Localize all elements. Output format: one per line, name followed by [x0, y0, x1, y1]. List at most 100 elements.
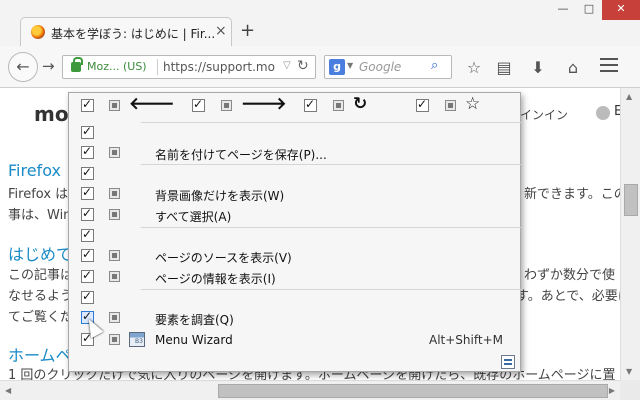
globe-icon[interactable]	[596, 106, 610, 120]
checkbox[interactable]	[81, 124, 94, 139]
menu-item-label: すべて選択(A)	[155, 210, 232, 224]
search-placeholder[interactable]: Google	[359, 60, 401, 74]
menuitem-toggle-icon[interactable]	[109, 250, 120, 261]
menu-row-separator	[69, 288, 522, 309]
menu-wizard-icon	[129, 332, 145, 347]
checkbox[interactable]	[81, 206, 94, 221]
checkbox[interactable]	[304, 97, 317, 112]
reload-icon[interactable]: ↻	[297, 58, 309, 74]
navigation-toolbar: ← → Moz... (US) https://support.mo ▽ ↻ g…	[0, 46, 640, 88]
reading-list-icon[interactable]: ▤	[494, 58, 514, 77]
menuitem-toggle-icon[interactable]	[109, 100, 120, 111]
url-history-dropdown-icon[interactable]: ▽	[283, 60, 291, 71]
forward-arrow-icon[interactable]: 🡒	[241, 94, 287, 114]
body-text: 事は、Win	[8, 208, 72, 223]
scroll-left-icon[interactable]: ◀	[5, 386, 11, 395]
menu-row-page-info[interactable]: ページの情報を表示(I)	[69, 267, 522, 288]
hamburger-menu-icon[interactable]	[600, 58, 618, 74]
menuitem-toggle-icon[interactable]	[109, 334, 120, 345]
title-bar: 基本を学ぼう: はじめに | Fir... × + — □ ✕	[0, 0, 640, 47]
url-separator	[157, 59, 158, 75]
menu-row-view-background[interactable]: 背景画像だけを表示(W)	[69, 184, 522, 205]
scroll-down-icon[interactable]: ▼	[626, 367, 632, 376]
google-engine-icon[interactable]: g	[329, 59, 345, 75]
checkbox[interactable]	[81, 185, 94, 200]
body-text: わずか数分で使	[524, 268, 616, 283]
scroll-right-icon[interactable]: ▶	[609, 386, 615, 395]
menu-item-shortcut: Alt+Shift+M	[429, 333, 503, 347]
checkbox[interactable]	[81, 227, 94, 242]
section-heading: はじめて	[8, 245, 73, 264]
section-heading: ホームペ	[8, 346, 72, 365]
reload-icon[interactable]: ↻	[353, 94, 367, 114]
checkbox[interactable]	[81, 247, 94, 262]
vertical-scrollbar[interactable]: ▲ ▼	[620, 88, 640, 380]
home-icon[interactable]: ⌂	[563, 58, 583, 77]
menu-item-label: 要素を調査(Q)	[155, 313, 234, 327]
close-window-button[interactable]: ✕	[602, 0, 640, 20]
menuitem-toggle-icon[interactable]	[109, 209, 120, 220]
menu-item-label: ページのソースを表示(V)	[155, 251, 292, 265]
site-identity[interactable]: Moz... (US)	[87, 60, 147, 73]
menu-row-view-source[interactable]: ページのソースを表示(V)	[69, 246, 522, 267]
body-text: Firefox は	[8, 187, 69, 202]
menuitem-toggle-icon[interactable]	[109, 271, 120, 282]
bookmark-star-icon[interactable]: ☆	[465, 94, 480, 114]
tab-close-icon[interactable]: ×	[215, 23, 227, 39]
menuitem-toggle-icon[interactable]	[109, 312, 120, 323]
horizontal-scrollbar[interactable]: ◀ ▶	[0, 380, 620, 400]
menu-item-label: ページの情報を表示(I)	[155, 272, 276, 286]
menu-row-menu-wizard[interactable]: Menu Wizard Alt+Shift+M	[69, 330, 522, 351]
menuitem-toggle-icon[interactable]	[221, 100, 232, 111]
context-nav-row: 🡐 🡒 ↻ ☆	[69, 94, 522, 116]
menu-item-label: 背景画像だけを表示(W)	[155, 189, 285, 203]
body-text: す。あとで、必要に	[516, 289, 620, 304]
back-button[interactable]: ←	[8, 52, 38, 82]
body-text: なせるよう	[8, 289, 74, 304]
scroll-up-icon[interactable]: ▲	[626, 92, 632, 101]
menu-row-separator	[69, 123, 522, 144]
minimize-button[interactable]: —	[550, 0, 576, 20]
checkbox[interactable]	[192, 97, 205, 112]
maximize-button[interactable]: □	[576, 0, 602, 20]
lock-icon[interactable]	[71, 57, 83, 72]
tab-title: 基本を学ぼう: はじめに | Fir...	[51, 27, 216, 41]
browser-tab[interactable]: 基本を学ぼう: はじめに | Fir... ×	[20, 17, 232, 47]
signin-link[interactable]: インイン	[520, 106, 568, 123]
body-text: この記事は	[8, 268, 74, 283]
bookmark-star-icon[interactable]: ☆	[464, 58, 484, 77]
menu-row-select-all[interactable]: すべて選択(A)	[69, 205, 522, 226]
menuitem-toggle-icon[interactable]	[445, 100, 456, 111]
menu-item-label: Menu Wizard	[155, 333, 233, 347]
checkbox[interactable]	[81, 97, 94, 112]
firefox-favicon-icon	[31, 25, 45, 39]
checkbox[interactable]	[416, 97, 429, 112]
vertical-scroll-thumb[interactable]	[624, 184, 638, 216]
menuitem-toggle-icon[interactable]	[333, 100, 344, 111]
forward-button[interactable]: →	[42, 57, 55, 75]
section-heading: Firefox	[8, 161, 61, 180]
context-menu: 🡐 🡒 ↻ ☆ 名前を付けてページを保存(P)... 背景画像だけを表示(W) …	[68, 92, 521, 372]
checkbox[interactable]	[81, 165, 94, 180]
menu-item-label: 名前を付けてページを保存(P)...	[155, 148, 327, 162]
menuitem-toggle-icon[interactable]	[109, 188, 120, 199]
search-engine-dropdown-icon[interactable]: ▼	[347, 61, 353, 70]
menu-row-save-page[interactable]: 名前を付けてページを保存(P)...	[69, 143, 522, 164]
downloads-icon[interactable]: ⬇	[528, 58, 548, 77]
body-text: てご覧くだ	[8, 310, 74, 325]
checkbox[interactable]	[81, 144, 94, 159]
checkbox[interactable]	[81, 289, 94, 304]
search-icon[interactable]: ⌕	[431, 58, 438, 73]
new-tab-button[interactable]: +	[240, 20, 255, 41]
horizontal-scroll-thumb[interactable]	[218, 384, 608, 398]
search-bar[interactable]: g ▼ Google ⌕	[324, 55, 452, 79]
url-text[interactable]: https://support.mo	[163, 60, 275, 74]
url-bar[interactable]: Moz... (US) https://support.mo ▽ ↻	[62, 55, 316, 79]
menuitem-toggle-icon[interactable]	[109, 147, 120, 158]
customize-menu-icon[interactable]	[501, 355, 515, 369]
menu-row-separator	[69, 164, 522, 185]
back-arrow-icon[interactable]: 🡐	[129, 94, 175, 114]
menu-row-inspect-element[interactable]: 要素を調査(Q)	[69, 308, 522, 329]
checkbox[interactable]	[81, 268, 94, 283]
body-text: 新できます。この	[524, 187, 620, 202]
